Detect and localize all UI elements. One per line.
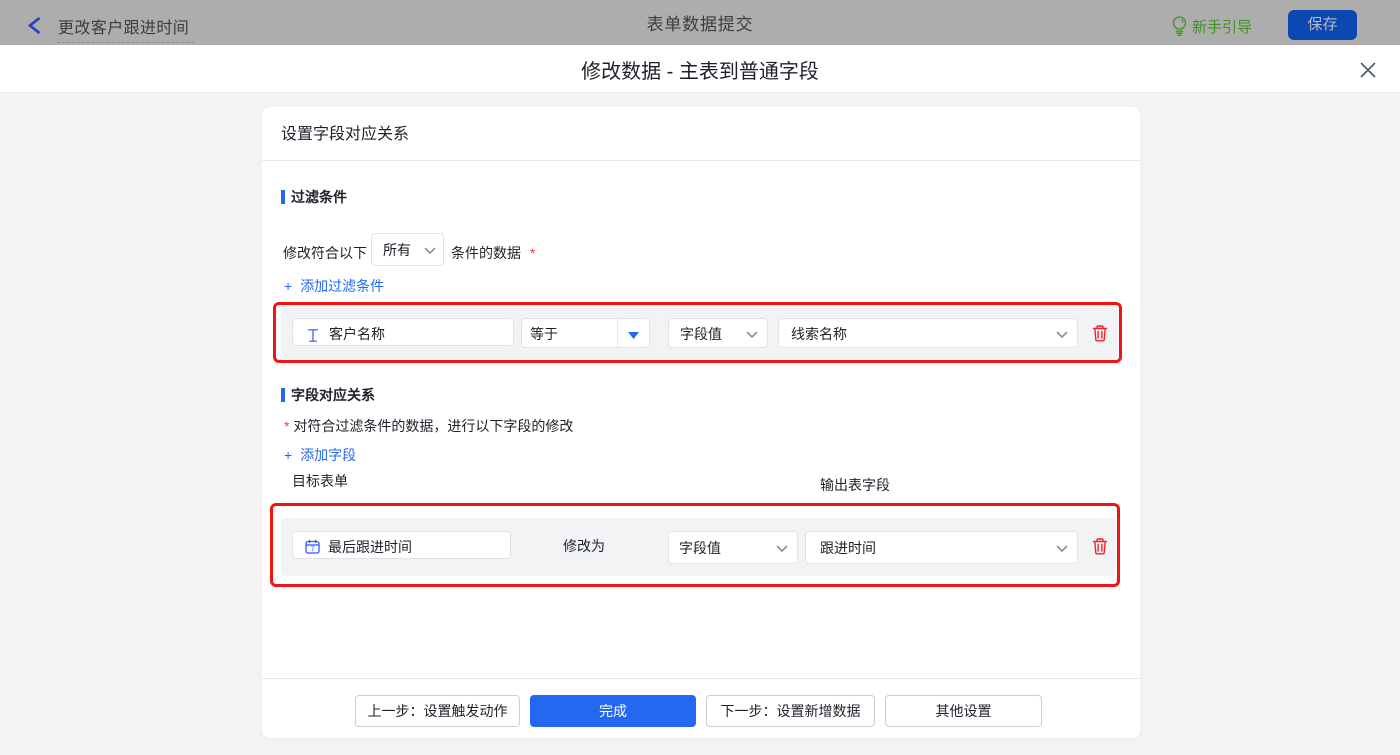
svg-text:7: 7	[311, 547, 315, 554]
